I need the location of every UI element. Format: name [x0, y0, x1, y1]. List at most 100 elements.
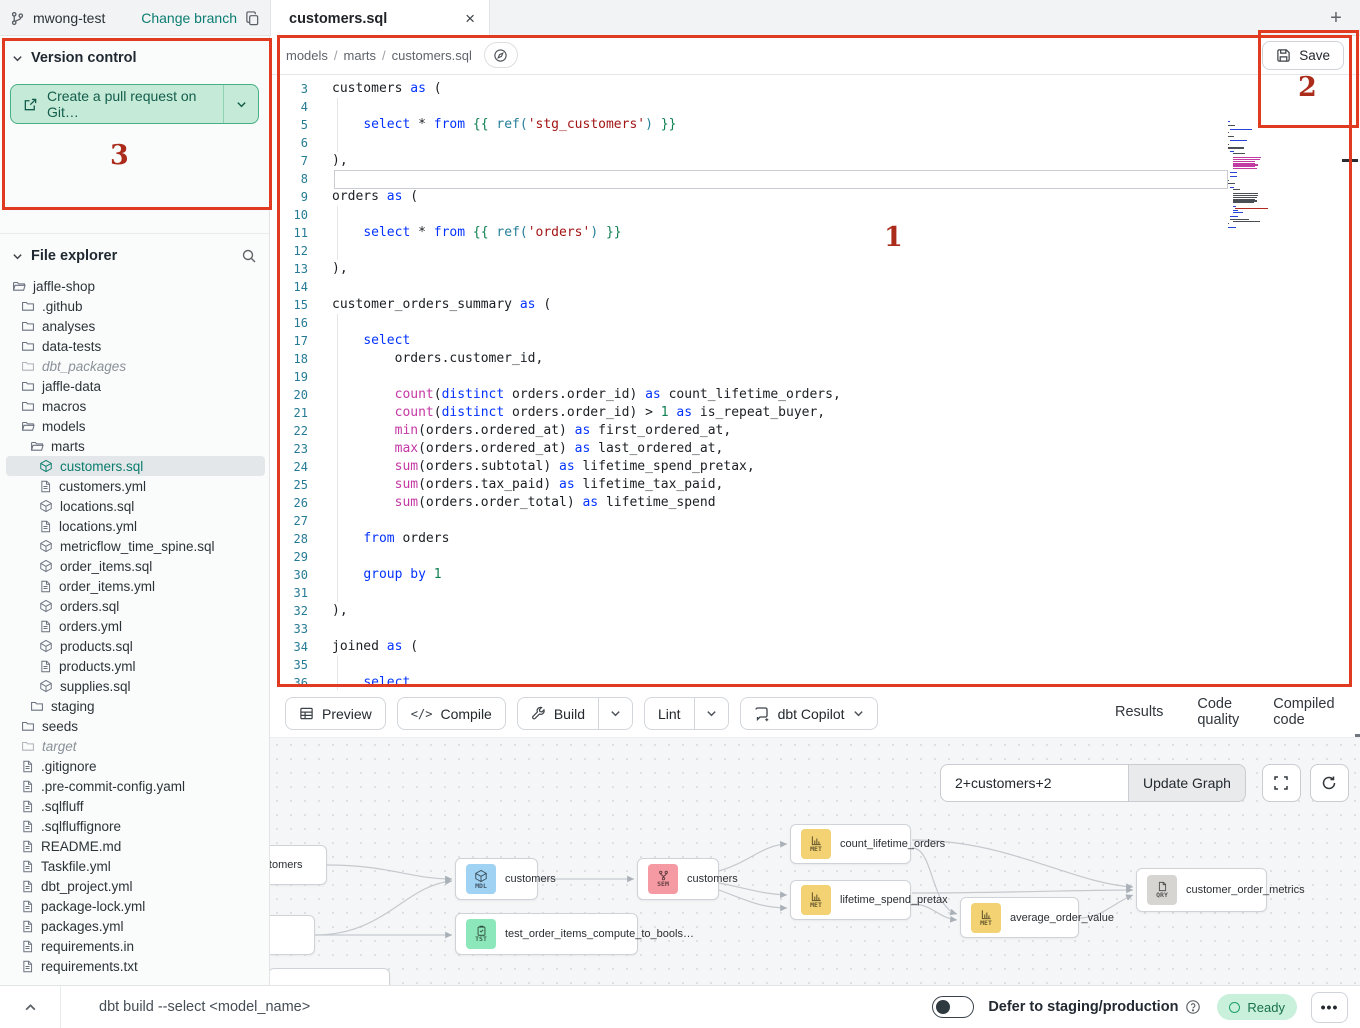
code-line-17[interactable]: 17 select	[270, 332, 1360, 350]
code-line-3[interactable]: 3customers as (	[270, 80, 1360, 98]
copy-icon[interactable]	[245, 11, 260, 26]
build-button[interactable]: Build	[518, 698, 598, 729]
tree-item-locations-yml[interactable]: locations.yml	[6, 516, 265, 536]
tree-item-locations-sql[interactable]: locations.sql	[6, 496, 265, 516]
tree-item-seeds[interactable]: seeds	[6, 716, 265, 736]
code-line-32[interactable]: 32),	[270, 602, 1360, 620]
lineage-node-average-order-value[interactable]: METaverage_order_value	[960, 897, 1079, 938]
compass-icon[interactable]	[484, 42, 518, 68]
code-line-8[interactable]: 8	[270, 170, 1360, 188]
code-line-15[interactable]: 15customer_orders_summary as (	[270, 296, 1360, 314]
lineage-node-customers[interactable]: MDLcustomers	[455, 858, 538, 900]
search-icon[interactable]	[241, 248, 257, 264]
code-line-23[interactable]: 23 max(orders.ordered_at) as last_ordere…	[270, 440, 1360, 458]
tree-item--sqlfluff[interactable]: .sqlfluff	[6, 796, 265, 816]
lineage-node-test-order-items-compute-to-bools-[interactable]: TSTtest_order_items_compute_to_bools…	[455, 913, 638, 955]
help-icon[interactable]	[1185, 999, 1201, 1015]
code-line-35[interactable]: 35	[270, 656, 1360, 674]
lineage-node-customers[interactable]: SEMcustomers	[637, 858, 719, 900]
tree-item-taskfile-yml[interactable]: Taskfile.yml	[6, 856, 265, 876]
tree-item-packages-yml[interactable]: packages.yml	[6, 916, 265, 936]
code-line-36[interactable]: 36 select	[270, 674, 1360, 690]
tree-item-package-lock-yml[interactable]: package-lock.yml	[6, 896, 265, 916]
code-line-19[interactable]: 19	[270, 368, 1360, 386]
build-dropdown-caret[interactable]	[598, 698, 632, 729]
lineage-node-customer-order-metrics[interactable]: QRYcustomer_order_metrics	[1136, 868, 1267, 912]
tree-item--sqlfluffignore[interactable]: .sqlfluffignore	[6, 816, 265, 836]
code-line-21[interactable]: 21 count(distinct orders.order_id) > 1 a…	[270, 404, 1360, 422]
change-branch-link[interactable]: Change branch	[141, 10, 237, 26]
compile-button[interactable]: </> Compile	[397, 697, 506, 730]
code-line-25[interactable]: 25 sum(orders.tax_paid) as lifetime_tax_…	[270, 476, 1360, 494]
tree-item-orders-yml[interactable]: orders.yml	[6, 616, 265, 636]
defer-toggle[interactable]	[932, 996, 974, 1018]
tree-item--pre-commit-config-yaml[interactable]: .pre-commit-config.yaml	[6, 776, 265, 796]
tree-item-jaffle-shop[interactable]: jaffle-shop	[6, 276, 265, 296]
code-line-12[interactable]: 12	[270, 242, 1360, 260]
tree-item-products-sql[interactable]: products.sql	[6, 636, 265, 656]
code-line-4[interactable]: 4	[270, 98, 1360, 116]
code-line-18[interactable]: 18 orders.customer_id,	[270, 350, 1360, 368]
tree-item-products-yml[interactable]: products.yml	[6, 656, 265, 676]
ready-status-badge[interactable]: Ready	[1217, 994, 1297, 1020]
pr-dropdown-caret[interactable]	[224, 85, 258, 123]
refresh-icon[interactable]	[1310, 764, 1349, 802]
tree-item-requirements-in[interactable]: requirements.in	[6, 936, 265, 956]
tree-item-customers-sql[interactable]: customers.sql	[6, 456, 265, 476]
tree-item-requirements-txt[interactable]: requirements.txt	[6, 956, 265, 976]
code-line-26[interactable]: 26 sum(orders.order_total) as lifetime_s…	[270, 494, 1360, 512]
tree-item-orders-sql[interactable]: orders.sql	[6, 596, 265, 616]
code-area[interactable]: 23customers as (45 select * from {{ ref(…	[270, 75, 1360, 690]
update-graph-button[interactable]: Update Graph	[1128, 764, 1246, 802]
new-tab-button[interactable]: +	[1324, 6, 1348, 30]
close-icon[interactable]: ×	[465, 10, 475, 27]
tree-item-marts[interactable]: marts	[6, 436, 265, 456]
tab-code-quality[interactable]: Code quality	[1183, 690, 1253, 737]
lint-dropdown-caret[interactable]	[694, 698, 728, 729]
tree-item-order-items-sql[interactable]: order_items.sql	[6, 556, 265, 576]
tree-item-supplies-sql[interactable]: supplies.sql	[6, 676, 265, 696]
tree-item-customers-yml[interactable]: customers.yml	[6, 476, 265, 496]
code-line-27[interactable]: 27	[270, 512, 1360, 530]
code-line-33[interactable]: 33	[270, 620, 1360, 638]
tree-item-macros[interactable]: macros	[6, 396, 265, 416]
lineage-panel[interactable]: stg_customersordersMDLcustomersTSTtest_o…	[270, 738, 1360, 985]
dbt-copilot-button[interactable]: dbt Copilot	[740, 697, 878, 730]
tree-item-staging[interactable]: staging	[6, 696, 265, 716]
lint-button[interactable]: Lint	[645, 698, 694, 729]
lineage-node-partial[interactable]	[270, 968, 390, 985]
save-button[interactable]: Save	[1262, 41, 1344, 70]
tree-item-readme-md[interactable]: README.md	[6, 836, 265, 856]
tree-item-target[interactable]: target	[6, 736, 265, 756]
expand-console-icon[interactable]	[0, 1001, 60, 1014]
code-line-20[interactable]: 20 count(distinct orders.order_id) as co…	[270, 386, 1360, 404]
tab-lineage[interactable]: Lineage	[1355, 690, 1360, 737]
code-line-34[interactable]: 34joined as (	[270, 638, 1360, 656]
tree-item--gitignore[interactable]: .gitignore	[6, 756, 265, 776]
lineage-node-stg-customers[interactable]: stg_customers	[270, 845, 327, 885]
tree-item-models[interactable]: models	[6, 416, 265, 436]
code-line-16[interactable]: 16	[270, 314, 1360, 332]
tree-item-dbt-project-yml[interactable]: dbt_project.yml	[6, 876, 265, 896]
tree-item-dbt-packages[interactable]: dbt_packages	[6, 356, 265, 376]
code-line-31[interactable]: 31	[270, 584, 1360, 602]
lineage-node-count-lifetime-orders[interactable]: METcount_lifetime_orders	[790, 824, 911, 864]
code-line-24[interactable]: 24 sum(orders.subtotal) as lifetime_spen…	[270, 458, 1360, 476]
lineage-selector-input[interactable]: 2+customers+2	[940, 764, 1128, 802]
code-line-6[interactable]: 6	[270, 134, 1360, 152]
code-line-28[interactable]: 28 from orders	[270, 530, 1360, 548]
tab-results[interactable]: Results	[1101, 690, 1177, 737]
code-line-5[interactable]: 5 select * from {{ ref('stg_customers') …	[270, 116, 1360, 134]
create-pull-request-button[interactable]: Create a pull request on Git…	[10, 84, 259, 124]
code-line-30[interactable]: 30 group by 1	[270, 566, 1360, 584]
code-line-13[interactable]: 13),	[270, 260, 1360, 278]
tree-item--github[interactable]: .github	[6, 296, 265, 316]
version-control-header[interactable]: Version control	[0, 36, 269, 74]
code-line-29[interactable]: 29	[270, 548, 1360, 566]
tree-item-jaffle-data[interactable]: jaffle-data	[6, 376, 265, 396]
code-line-22[interactable]: 22 min(orders.ordered_at) as first_order…	[270, 422, 1360, 440]
tab-customers-sql[interactable]: customers.sql ×	[270, 0, 490, 37]
tree-item-order-items-yml[interactable]: order_items.yml	[6, 576, 265, 596]
tab-compiled-code[interactable]: Compiled code	[1259, 690, 1348, 737]
fullscreen-icon[interactable]	[1262, 764, 1301, 802]
